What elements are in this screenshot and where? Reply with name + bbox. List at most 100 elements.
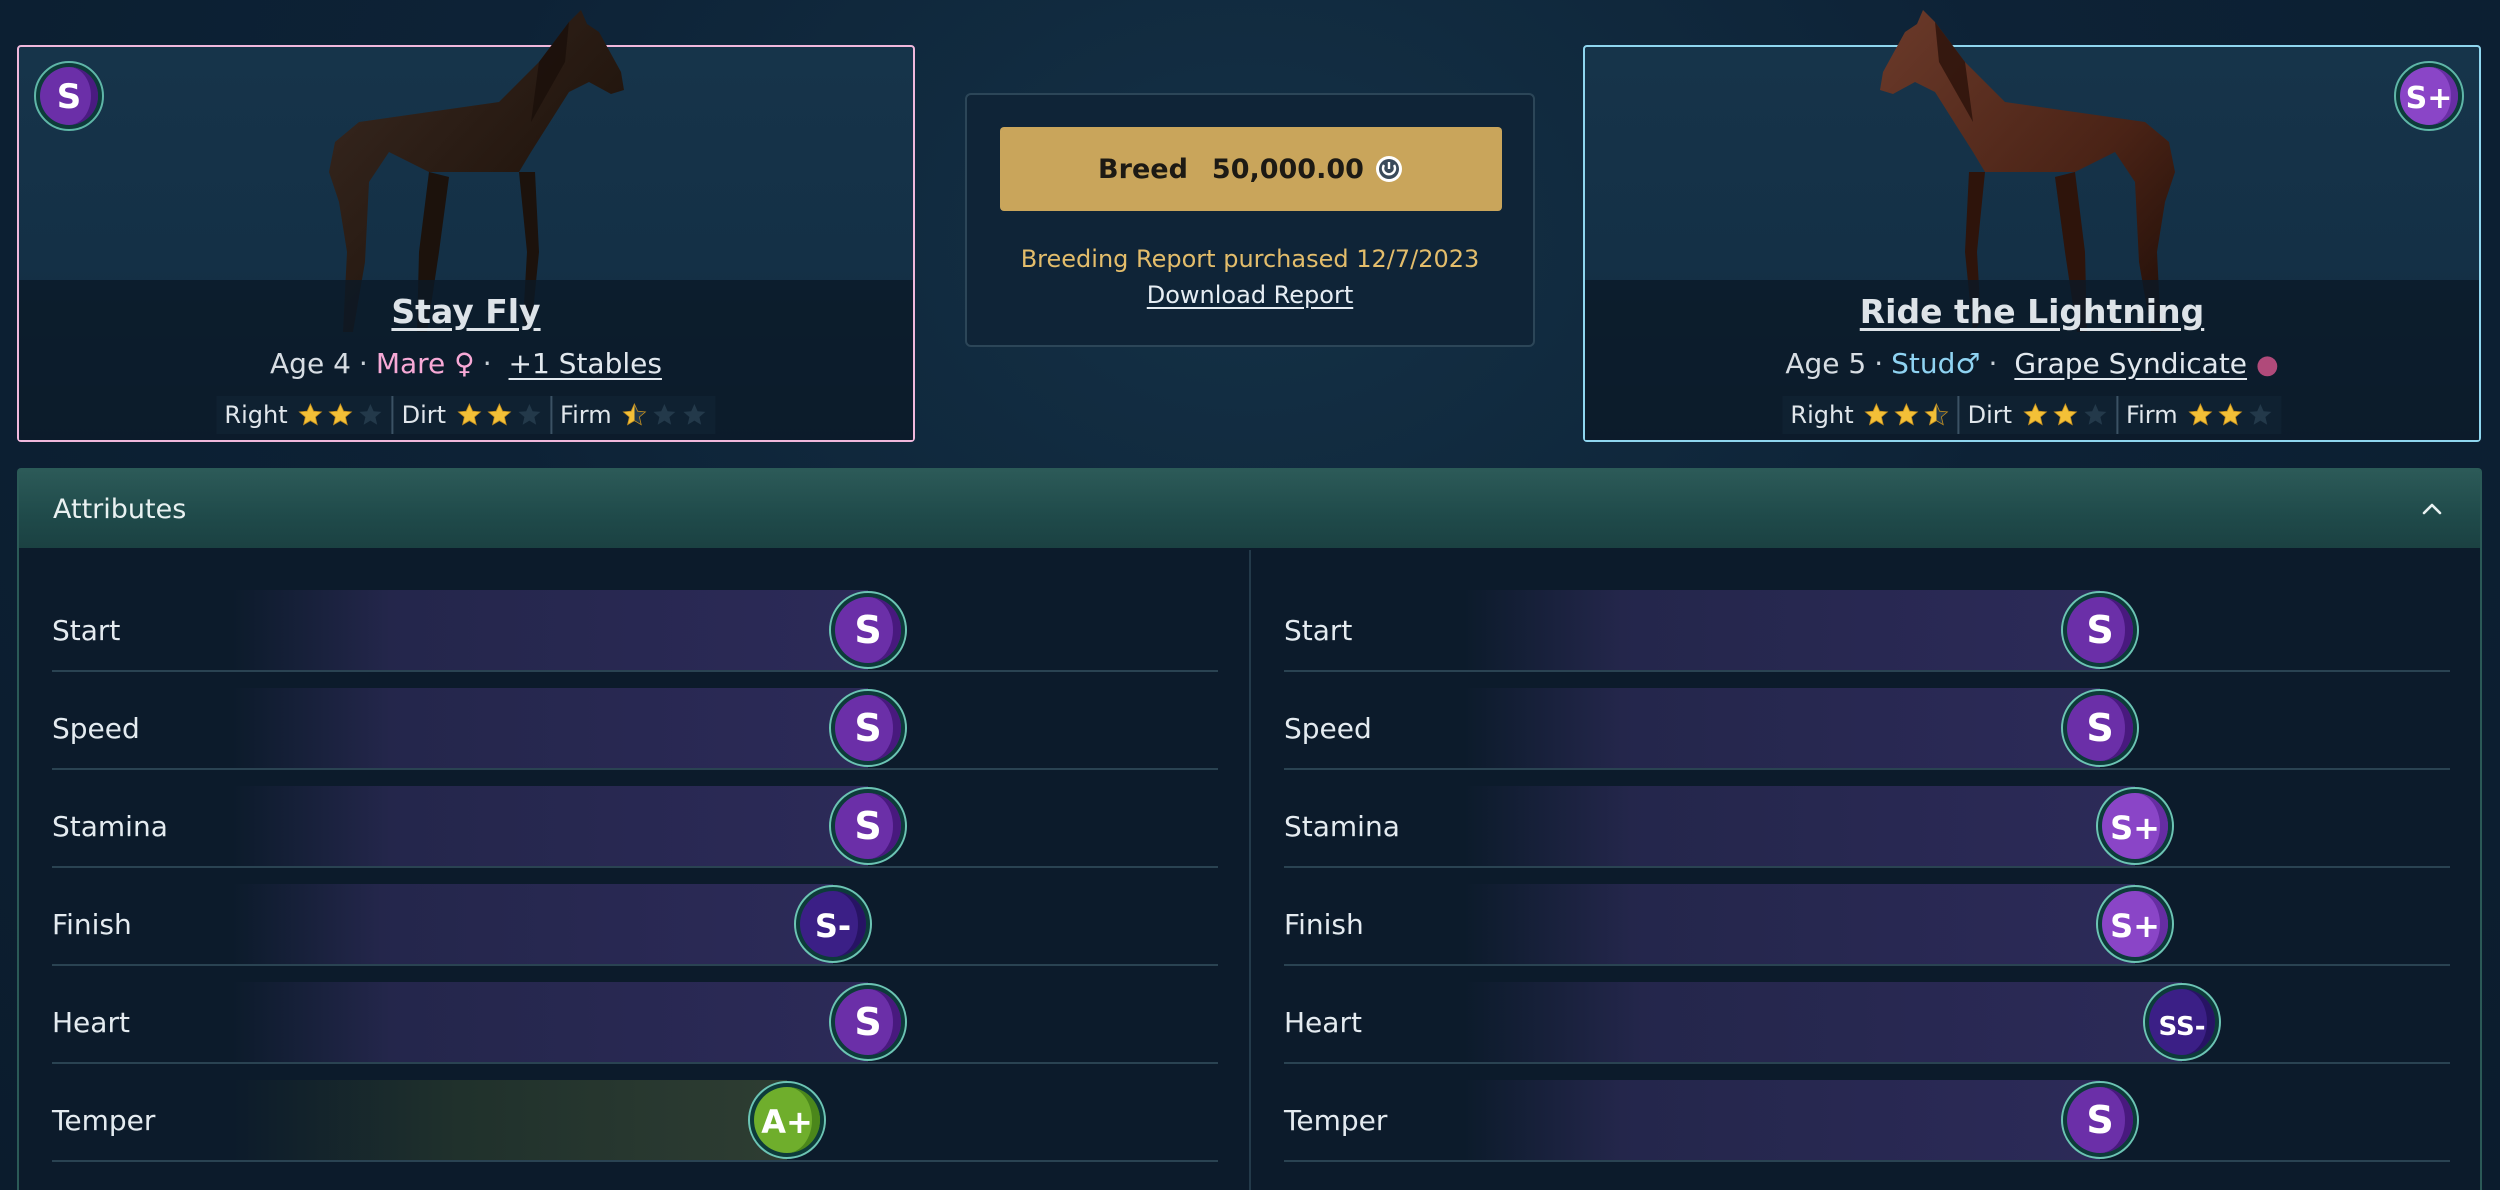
rating-label: Dirt [1967,401,2013,429]
sire-meta: Age 5 · Stud♂ · Grape Syndicate ● [1785,347,2279,380]
star-filled-icon [298,402,324,428]
attribute-label: Heart [52,1005,130,1039]
sire-name-link[interactable]: Ride the Lightning [1585,292,2479,331]
breed-button[interactable]: Breed 50,000.00 [1000,127,1502,211]
coin-icon [1375,156,1402,182]
dam-card: S Stay Fly Age 4 · Mare ♀ · +1 Stables Righ… [17,10,915,442]
star-filled-icon [328,402,354,428]
breed-price: 50,000.00 [1211,153,1364,185]
grade-badge: S [829,689,907,767]
grade-badge: S [829,787,907,865]
svg-text:S: S [854,608,881,652]
star-rating [622,402,708,428]
chevron-up-icon[interactable] [2418,495,2446,523]
rating-dirt: Dirt [391,396,550,434]
grade-badge: S+ [2096,885,2174,963]
attribute-label: Heart [1284,1005,1362,1039]
dam-attributes: Start S Speed S Stamina S Finish S- Heart S Temper… [52,590,1218,1178]
surface-ratings: Right Dirt Firm [1782,396,2282,434]
attribute-row-start: Start S [52,590,1218,688]
dam-name-link[interactable]: Stay Fly [19,292,913,331]
rating-label: Firm [560,401,612,429]
grade-badge: S- [794,885,872,963]
download-report-link[interactable]: Download Report [967,281,1533,309]
dam-info: Stay Fly Age 4 · Mare ♀ · +1 Stables Right D… [19,280,913,440]
attributes-panel: Attributes Start S Speed S Stamina S Finish S- H… [17,468,2482,1190]
attribute-label: Temper [1284,1103,1388,1137]
star-empty-icon [2248,402,2274,428]
attribute-bar [1464,884,2135,964]
dam-meta: Age 4 · Mare ♀ · +1 Stables [270,347,662,380]
svg-text:S: S [2086,706,2113,750]
attribute-row-temper: Temper S [1284,1080,2450,1178]
rating-label: Right [224,401,288,429]
rating-label: Dirt [401,401,447,429]
star-filled-icon [1894,402,1920,428]
grade-badge: S+ [2394,61,2464,131]
svg-text:S: S [2086,608,2113,652]
attribute-row-speed: Speed S [52,688,1218,786]
sire-card: S+ Ride the Lightning Age 5 · Stud♂ · Grape… [1583,10,2481,442]
grade-badge: S [2061,591,2139,669]
sire-attributes: Start S Speed S Stamina S+ Finish S+ Heart SS- Tem… [1284,590,2450,1178]
column-divider [1249,550,1251,1190]
rating-right: Right [1782,396,1957,434]
star-filled-icon [2188,402,2214,428]
rating-right: Right [216,396,391,434]
svg-text:S+: S+ [2406,81,2453,116]
grade-badge: SS- [2143,983,2221,1061]
svg-text:S: S [854,1000,881,1044]
attribute-label: Stamina [52,809,168,843]
attribute-label: Speed [52,711,140,745]
star-rating [2022,402,2108,428]
star-rating [456,402,542,428]
rating-firm: Firm [550,396,716,434]
attribute-bar [1464,688,2100,768]
attribute-label: Speed [1284,711,1372,745]
grade-badge: S [829,591,907,669]
attribute-row-speed: Speed S [1284,688,2450,786]
star-empty-icon [2082,402,2108,428]
attribute-bar [1464,590,2100,670]
svg-text:S+: S+ [2110,809,2160,847]
attributes-title: Attributes [53,493,187,525]
star-filled-icon [2218,402,2244,428]
attribute-bar [1464,982,2182,1062]
attribute-row-stamina: Stamina S [52,786,1218,884]
attribute-row-finish: Finish S- [52,884,1218,982]
svg-text:SS-: SS- [2158,1012,2205,1042]
grade-badge: A+ [748,1081,826,1159]
owner-link[interactable]: +1 Stables [509,347,662,380]
surface-ratings: Right Dirt Firm [216,396,716,434]
attribute-row-temper: Temper A+ [52,1080,1218,1178]
male-icon: ♂ [1955,347,1981,380]
grape-icon: ● [2255,350,2279,380]
star-filled-icon [456,402,482,428]
grade-badge: S [2061,689,2139,767]
gender-text: Stud [1891,347,1956,380]
owner-link[interactable]: Grape Syndicate [2014,347,2247,380]
attribute-bar [232,982,868,1062]
age-text: Age 4 [270,347,351,380]
attribute-bar [232,688,868,768]
attribute-row-stamina: Stamina S+ [1284,786,2450,884]
svg-text:S: S [2086,1098,2113,1142]
rating-dirt: Dirt [1957,396,2116,434]
star-filled-icon [486,402,512,428]
star-rating [2188,402,2274,428]
grade-badge: S [2061,1081,2139,1159]
grade-badge: S [829,983,907,1061]
star-empty-icon [358,402,384,428]
sire-info: Ride the Lightning Age 5 · Stud♂ · Grape Sy… [1585,280,2479,440]
star-empty-icon [516,402,542,428]
attribute-label: Finish [52,907,132,941]
female-icon: ♀ [454,347,475,380]
svg-text:S-: S- [815,907,851,945]
attributes-header[interactable]: Attributes [19,470,2480,548]
attribute-row-start: Start S [1284,590,2450,688]
attribute-row-finish: Finish S+ [1284,884,2450,982]
star-empty-icon [652,402,678,428]
attribute-label: Start [52,613,121,647]
grade-badge: S [34,61,104,131]
rating-firm: Firm [2116,396,2282,434]
